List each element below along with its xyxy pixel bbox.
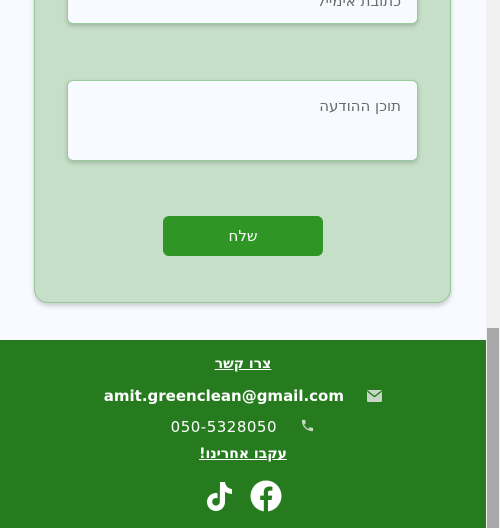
envelope-icon: [367, 388, 383, 406]
scrollbar-thumb[interactable]: [487, 328, 499, 528]
send-button[interactable]: שלח: [163, 216, 323, 256]
social-links: [0, 480, 486, 516]
contact-form-card: כתובת אימייל תוכן ההודעה שלח: [34, 0, 451, 303]
contact-title-link[interactable]: צרו קשר: [0, 356, 486, 372]
tiktok-icon[interactable]: [204, 480, 234, 516]
facebook-icon[interactable]: [250, 480, 282, 516]
email-field[interactable]: כתובת אימייל: [67, 0, 418, 24]
email-address[interactable]: amit.greenclean@gmail.com: [104, 387, 344, 405]
message-placeholder: תוכן ההודעה: [319, 97, 401, 115]
follow-us-title[interactable]: עקבו אחרינו!: [0, 446, 486, 462]
scrollbar[interactable]: [486, 0, 500, 528]
email-row: amit.greenclean@gmail.com: [0, 387, 486, 406]
message-field[interactable]: תוכן ההודעה: [67, 80, 418, 161]
phone-row: 050-5328050: [0, 418, 486, 437]
phone-icon: [300, 418, 315, 437]
phone-number[interactable]: 050-5328050: [171, 418, 277, 436]
email-placeholder: כתובת אימייל: [317, 0, 401, 10]
footer: צרו קשר amit.greenclean@gmail.com 050-53…: [0, 340, 486, 528]
page: כתובת אימייל תוכן ההודעה שלח צרו קשר ami…: [0, 0, 500, 528]
